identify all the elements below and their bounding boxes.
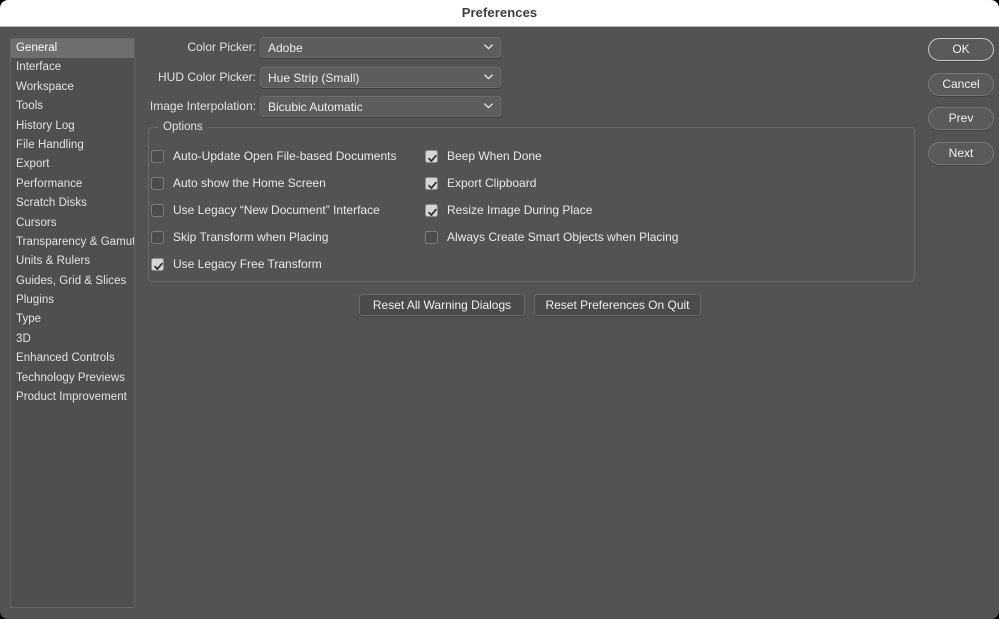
- chevron-down-icon: [484, 103, 493, 109]
- cancel-button[interactable]: Cancel: [928, 73, 994, 96]
- reset-button-warning-dialogs[interactable]: Reset All Warning Dialogs: [359, 294, 525, 316]
- sidebar-item-technology-previews[interactable]: Technology Previews: [11, 369, 134, 388]
- field-label: Image Interpolation:: [149, 99, 256, 113]
- sidebar-item-export[interactable]: Export: [11, 155, 134, 174]
- checkbox-checked-icon[interactable]: [425, 204, 438, 217]
- checkbox-label: Auto-Update Open File-based Documents: [173, 149, 397, 163]
- checkbox-unchecked-icon[interactable]: [425, 231, 438, 244]
- sidebar-item-units-rulers[interactable]: Units & Rulers: [11, 252, 134, 271]
- sidebar-item-performance[interactable]: Performance: [11, 175, 134, 194]
- sidebar-item-transparency-gamut[interactable]: Transparency & Gamut: [11, 233, 134, 252]
- prev-button[interactable]: Prev: [928, 107, 994, 130]
- chevron-down-icon: [484, 44, 493, 50]
- ok-button[interactable]: OK: [928, 38, 994, 61]
- options-group-label: Options: [158, 121, 208, 134]
- sidebar-item-guides-grid-slices[interactable]: Guides, Grid & Slices: [11, 272, 134, 291]
- dropdown-color-picker[interactable]: Adobe: [260, 37, 501, 58]
- dropdown-image-interpolation[interactable]: Bicubic Automatic: [260, 96, 501, 117]
- sidebar-item-history-log[interactable]: History Log: [11, 117, 134, 136]
- reset-button-preferences-on-quit[interactable]: Reset Preferences On Quit: [534, 294, 701, 316]
- form-row: Image Interpolation: Bicubic Automatic: [148, 96, 501, 117]
- sidebar-item-cursors[interactable]: Cursors: [11, 214, 134, 233]
- preferences-dialog: Preferences General Interface Workspace Too…: [0, 0, 999, 619]
- dropdown-value: Bicubic Automatic: [268, 100, 363, 114]
- sidebar-item-scratch-disks[interactable]: Scratch Disks: [11, 194, 134, 213]
- form-row: HUD Color Picker: Hue Strip (Small): [148, 67, 501, 88]
- sidebar-item-type[interactable]: Type: [11, 310, 134, 329]
- chevron-down-icon: [484, 74, 493, 80]
- sidebar-item-product-improvement[interactable]: Product Improvement: [11, 388, 134, 407]
- checkbox-label: Resize Image During Place: [447, 203, 593, 217]
- checkbox-label: Beep When Done: [447, 149, 542, 163]
- checkbox-label: Use Legacy Free Transform: [173, 257, 322, 271]
- checkbox-unchecked-icon[interactable]: [151, 150, 164, 163]
- checkbox-checked-icon[interactable]: [151, 258, 164, 271]
- form-row: Color Picker: Adobe: [148, 37, 501, 58]
- checkbox-unchecked-icon[interactable]: [151, 204, 164, 217]
- sidebar-item-plugins[interactable]: Plugins: [11, 291, 134, 310]
- next-button[interactable]: Next: [928, 142, 994, 165]
- sidebar-item-enhanced-controls[interactable]: Enhanced Controls: [11, 349, 134, 368]
- checkbox-label: Always Create Smart Objects when Placing: [447, 230, 679, 244]
- sidebar-item-file-handling[interactable]: File Handling: [11, 136, 134, 155]
- checkbox-unchecked-icon[interactable]: [151, 177, 164, 190]
- checkbox-label: Export Clipboard: [447, 176, 537, 190]
- sidebar-item-general[interactable]: General: [11, 39, 134, 59]
- preferences-category-list[interactable]: General Interface Workspace Tools History Lo…: [10, 38, 135, 608]
- sidebar-item-interface[interactable]: Interface: [11, 58, 134, 77]
- checkbox-label: Skip Transform when Placing: [173, 230, 329, 244]
- dialog-title: Preferences: [461, 5, 538, 20]
- checkbox-checked-icon[interactable]: [425, 177, 438, 190]
- sidebar-item-3d[interactable]: 3D: [11, 330, 134, 349]
- field-label: HUD Color Picker:: [157, 70, 256, 84]
- checkbox-checked-icon[interactable]: [425, 150, 438, 163]
- checkbox-label: Auto show the Home Screen: [173, 176, 326, 190]
- checkbox-unchecked-icon[interactable]: [151, 231, 164, 244]
- sidebar-item-tools[interactable]: Tools: [11, 97, 134, 116]
- dialog-titlebar: Preferences: [0, 0, 999, 27]
- dropdown-value: Hue Strip (Small): [268, 71, 360, 85]
- dropdown-hud-color-picker[interactable]: Hue Strip (Small): [260, 67, 501, 88]
- sidebar-item-workspace[interactable]: Workspace: [11, 78, 134, 97]
- field-label: Color Picker:: [187, 40, 256, 54]
- dropdown-value: Adobe: [268, 41, 303, 55]
- checkbox-label: Use Legacy “New Document” Interface: [173, 203, 380, 217]
